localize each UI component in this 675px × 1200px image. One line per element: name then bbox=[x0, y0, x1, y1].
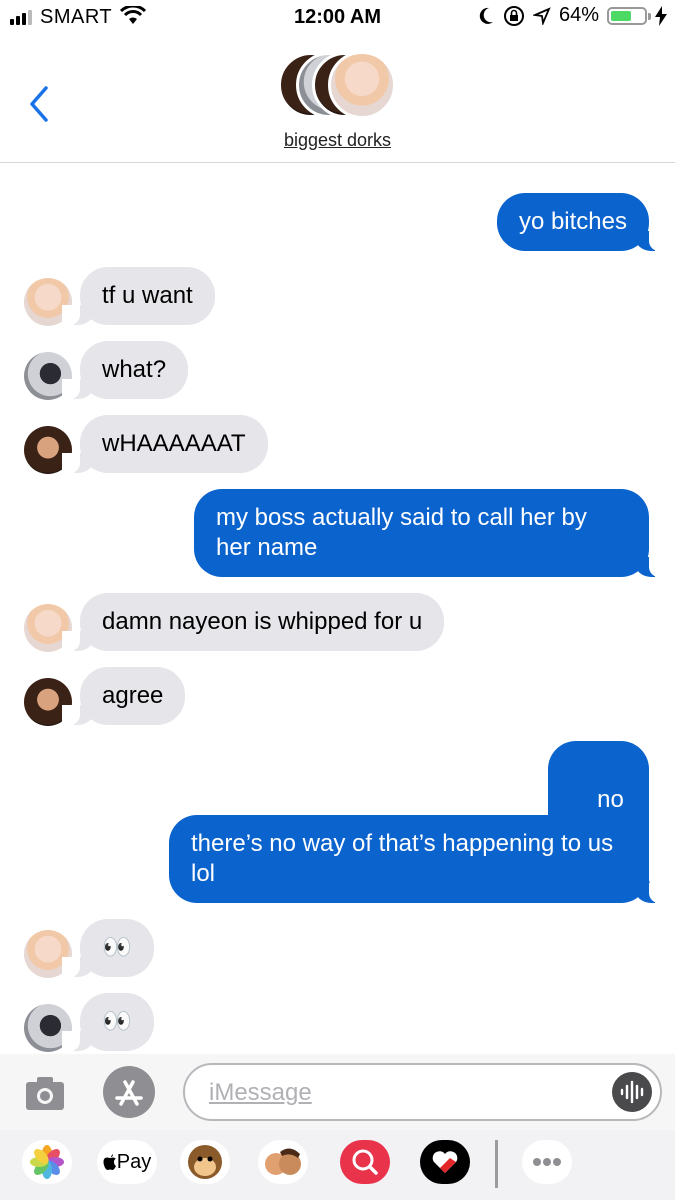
group-avatar-member-a bbox=[328, 51, 396, 119]
camera-icon[interactable] bbox=[24, 1072, 66, 1114]
drawer-divider bbox=[495, 1140, 498, 1188]
message-thread: yo bitches tf u want what? wHAAAAAAT my … bbox=[0, 162, 675, 1054]
battery-level-fill bbox=[611, 10, 632, 21]
message-bubble-received[interactable]: what? bbox=[61, 341, 189, 399]
ellipsis-icon bbox=[533, 1158, 561, 1166]
charging-bolt-icon bbox=[655, 5, 667, 26]
app-store-button[interactable] bbox=[103, 1066, 155, 1118]
message-bubble-received[interactable]: tf u want bbox=[62, 267, 215, 325]
message-bubble-received[interactable]: wHAAAAAAT bbox=[62, 415, 268, 473]
message-bubble-received[interactable]: damn nayeon is whipped for u bbox=[61, 593, 445, 651]
orientation-lock-icon bbox=[503, 5, 524, 26]
photos-flower-icon bbox=[30, 1145, 64, 1179]
message-bubble-sent[interactable]: there’s no way of that’s happening to us… bbox=[169, 815, 667, 903]
apple-pay-label: Pay bbox=[116, 1150, 152, 1173]
moon-icon bbox=[479, 7, 493, 24]
group-avatar-stack[interactable] bbox=[278, 51, 398, 120]
more-icon[interactable] bbox=[522, 1140, 572, 1184]
memoji-faces-icon bbox=[265, 1148, 301, 1175]
memoji-icon[interactable] bbox=[258, 1140, 308, 1184]
conversation-header: biggest dorks bbox=[0, 36, 675, 163]
back-chevron-icon[interactable] bbox=[22, 84, 58, 124]
magnifier-globe-icon bbox=[352, 1149, 378, 1175]
apple-logo-icon bbox=[103, 1154, 116, 1170]
message-input-placeholder: iMessage bbox=[209, 1079, 312, 1106]
heart-touch-icon bbox=[432, 1151, 458, 1173]
app-store-icon bbox=[115, 1080, 143, 1106]
message-bubble-received[interactable]: agree bbox=[61, 667, 186, 725]
photos-icon[interactable] bbox=[22, 1140, 72, 1184]
imessage-app-drawer: Pay bbox=[0, 1130, 675, 1200]
compose-bar: iMessage bbox=[0, 1054, 675, 1130]
message-bubble-sent[interactable]: my boss actually said to call her by her… bbox=[194, 489, 667, 577]
status-right-group: 64% bbox=[477, 4, 667, 27]
message-input[interactable]: iMessage bbox=[183, 1063, 662, 1121]
group-name[interactable]: biggest dorks bbox=[0, 130, 675, 151]
digital-touch-icon[interactable] bbox=[420, 1140, 470, 1184]
battery-icon bbox=[607, 6, 651, 25]
battery-percentage: 64% bbox=[558, 4, 599, 26]
animoji-icon[interactable] bbox=[180, 1140, 230, 1184]
audio-message-button[interactable] bbox=[612, 1072, 652, 1112]
apple-pay-icon[interactable]: Pay bbox=[97, 1140, 157, 1184]
monkey-face-icon bbox=[188, 1145, 222, 1179]
battery-cap bbox=[648, 12, 651, 20]
message-text: no bbox=[597, 786, 624, 813]
location-icon bbox=[532, 6, 551, 25]
waveform-icon bbox=[620, 1080, 644, 1104]
message-bubble-received[interactable]: 👀 bbox=[62, 993, 154, 1051]
search-images-icon[interactable] bbox=[340, 1140, 390, 1184]
status-bar: SMART 12:00 AM 64% bbox=[0, 0, 675, 36]
message-bubble-received[interactable]: 👀 bbox=[62, 919, 154, 977]
message-bubble-sent[interactable]: yo bitches bbox=[496, 193, 668, 251]
